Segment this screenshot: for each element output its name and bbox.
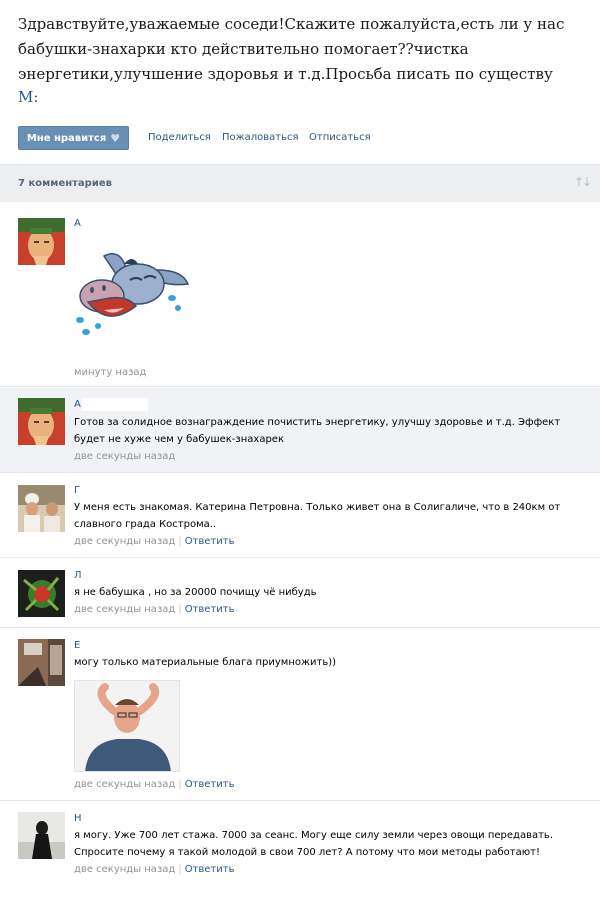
- heart-icon: ♥: [110, 131, 121, 145]
- comment-time[interactable]: минуту назад: [74, 367, 146, 378]
- comment-time[interactable]: две секунды назад: [74, 536, 175, 547]
- comment-author[interactable]: Л: [74, 570, 82, 581]
- comment-time[interactable]: две секунды назад: [74, 604, 175, 615]
- meta-separator: |: [178, 604, 182, 615]
- post-actions: Мне нравится ♥ Поделиться Пожаловаться О…: [18, 126, 598, 150]
- comment-item: А минуту назад: [0, 204, 600, 387]
- comment-time[interactable]: две секунды назад: [74, 779, 175, 790]
- comment-meta: две секунды назад | Ответить: [74, 779, 234, 790]
- reply-link[interactable]: Ответить: [185, 604, 235, 615]
- like-button[interactable]: Мне нравится ♥: [18, 126, 129, 150]
- comment-time[interactable]: две секунды назад: [74, 451, 175, 462]
- comment-meta: минуту назад: [74, 367, 146, 378]
- unsubscribe-link[interactable]: Отписаться: [309, 132, 371, 143]
- comment-item: А Готов за солидное вознаграждение почис…: [0, 388, 600, 473]
- meta-separator: |: [178, 864, 182, 875]
- avatar[interactable]: [18, 570, 65, 617]
- report-link[interactable]: Пожаловаться: [222, 132, 299, 143]
- comment-meta: две секунды назад | Ответить: [74, 864, 234, 875]
- avatar[interactable]: [18, 639, 65, 686]
- comment-author[interactable]: Е: [74, 640, 80, 651]
- comment-meta: две секунды назад | Ответить: [74, 536, 234, 547]
- comment-text: могу только материальные блага приумножи…: [74, 657, 337, 668]
- comment-meta: две секунды назад | Ответить: [74, 604, 234, 615]
- comment-author[interactable]: А: [74, 399, 81, 410]
- post-text: Здравствуйте,уважаемые соседи!Скажите по…: [18, 15, 565, 83]
- like-label: Мне нравится: [26, 132, 107, 144]
- comment-time[interactable]: две секунды назад: [74, 864, 175, 875]
- comment-item: Н я могу. Уже 700 лет стажа. 7000 за сеа…: [0, 801, 600, 893]
- comment-item: Г У меня есть знакомая. Катерина Петровн…: [0, 473, 600, 558]
- comment-author[interactable]: Г: [74, 485, 80, 496]
- comment-item: Е могу только материальные блага приумно…: [0, 628, 600, 801]
- redaction-bar: [82, 398, 148, 411]
- meta-separator: |: [178, 536, 182, 547]
- comments-header: 7 комментариев ↑↓: [0, 164, 600, 202]
- comment-meta: две секунды назад: [74, 451, 175, 462]
- sort-icon[interactable]: ↑↓: [574, 175, 592, 189]
- comment-text: Готов за солидное вознаграждение почисти…: [74, 417, 561, 445]
- avatar[interactable]: [18, 485, 65, 532]
- reply-link[interactable]: Ответить: [185, 536, 235, 547]
- comments-count: 7 комментариев: [18, 178, 112, 189]
- avatar[interactable]: [18, 398, 65, 445]
- comment-photo[interactable]: [74, 680, 180, 772]
- comment-author[interactable]: А: [74, 218, 81, 229]
- comment-item: Л я не бабушка , но за 20000 почищу чё н…: [0, 558, 600, 628]
- comment-author[interactable]: Н: [74, 813, 82, 824]
- avatar[interactable]: [18, 812, 65, 859]
- share-link[interactable]: Поделиться: [148, 132, 211, 143]
- comment-text: я не бабушка , но за 20000 почищу чё ниб…: [74, 587, 317, 598]
- comment-text: я могу. Уже 700 лет стажа. 7000 за сеанс…: [74, 830, 554, 858]
- meta-separator: |: [178, 779, 182, 790]
- avatar[interactable]: [18, 218, 65, 265]
- post-author[interactable]: М:: [18, 88, 38, 106]
- reply-link[interactable]: Ответить: [185, 864, 235, 875]
- reply-link[interactable]: Ответить: [185, 779, 235, 790]
- comment-text: У меня есть знакомая. Катерина Петровна.…: [74, 502, 561, 530]
- donkey-sticker: [74, 250, 194, 342]
